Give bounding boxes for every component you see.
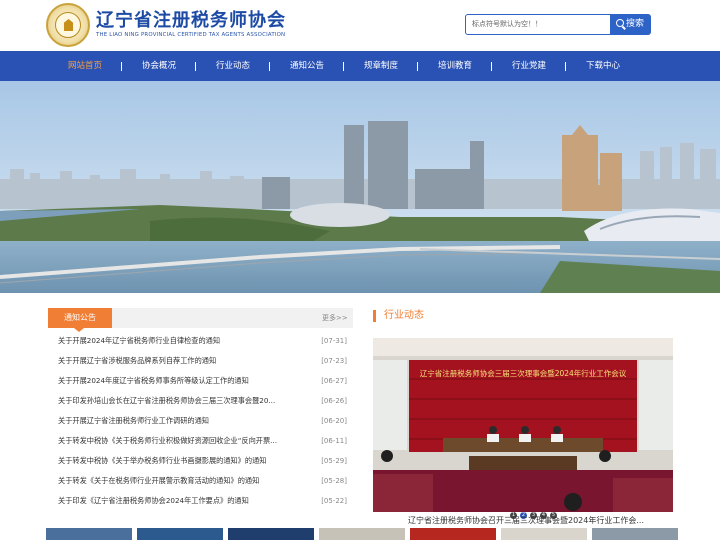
notice-item[interactable]: 关于开展辽宁省注册税务师行业工作调研的通知 [06-20] xyxy=(58,414,350,428)
search-input[interactable]: 标点符号默认为空！！ xyxy=(465,14,611,35)
search-icon xyxy=(616,19,624,27)
notice-title: 关于转发中税协《关于举办税务师行业书画摄影展的通知》的通知 xyxy=(58,456,267,465)
meeting-banner-text: 辽宁省注册税务师协会三届三次理事会暨2024年行业工作会议 xyxy=(420,368,627,378)
notice-date: [07-23] xyxy=(321,357,347,365)
bottom-link-image[interactable] xyxy=(592,528,678,540)
nav-divider xyxy=(417,62,418,71)
nav-divider xyxy=(565,62,566,71)
notice-item[interactable]: 关于转发《关于在税务师行业开展警示教育活动的通知》的通知 [05-28] xyxy=(58,474,350,488)
notice-date: [07-31] xyxy=(321,337,347,345)
bottom-link-image[interactable] xyxy=(46,528,132,540)
tab-notices[interactable]: 通知公告 xyxy=(48,308,112,332)
notice-item[interactable]: 关于开展辽宁省涉税服务品牌系列自荐工作的通知 [07-23] xyxy=(58,354,350,368)
nav-divider xyxy=(491,62,492,71)
notice-item[interactable]: 关于开展2024年度辽宁省税务师事务所等级认定工作的通知 [06-27] xyxy=(58,374,350,388)
notice-item[interactable]: 关于印发孙培山会长在辽宁省注册税务师协会三届三次理事会暨20... [06-26] xyxy=(58,394,350,408)
notice-title: 关于开展2024年度辽宁省税务师事务所等级认定工作的通知 xyxy=(58,376,249,385)
nav-divider xyxy=(195,62,196,71)
nav-divider xyxy=(121,62,122,71)
search-button-label: 搜索 xyxy=(626,19,645,29)
nav-home[interactable]: 网站首页 xyxy=(68,51,102,81)
nav-downloads[interactable]: 下载中心 xyxy=(586,51,620,81)
notice-title: 关于印发孙培山会长在辽宁省注册税务师协会三届三次理事会暨20... xyxy=(58,396,276,405)
notice-title: 关于转发《关于在税务师行业开展警示教育活动的通知》的通知 xyxy=(58,476,260,485)
bottom-link-image[interactable] xyxy=(501,528,587,540)
city-banner-image xyxy=(0,81,720,293)
industry-news-photo[interactable]: 辽宁省注册税务师协会三届三次理事会暨2024年行业工作会议 xyxy=(373,338,673,512)
notices-more-link[interactable]: 更多>> xyxy=(322,308,348,328)
bottom-link-image[interactable] xyxy=(319,528,405,540)
notice-date: [05-29] xyxy=(321,457,347,465)
notice-date: [06-11] xyxy=(321,437,347,445)
logo-emblem-icon xyxy=(55,12,81,38)
association-logo[interactable] xyxy=(46,3,90,47)
notice-title: 关于印发《辽宁省注册税务师协会2024年工作要点》的通知 xyxy=(58,496,249,505)
notice-item[interactable]: 关于开展2024年辽宁省税务师行业自律检查的通知 [07-31] xyxy=(58,334,350,348)
notice-title: 关于转发中税协《关于税务师行业积极做好资源回收企业“反向开票... xyxy=(58,436,278,445)
notice-date: [05-22] xyxy=(321,497,347,505)
section-marker xyxy=(373,310,376,322)
notice-date: [06-26] xyxy=(321,397,347,405)
bottom-link-image[interactable] xyxy=(228,528,314,540)
notice-date: [06-20] xyxy=(321,417,347,425)
industry-title[interactable]: 行业动态 xyxy=(384,307,424,325)
notice-item[interactable]: 关于转发中税协《关于税务师行业积极做好资源回收企业“反向开票... [06-11] xyxy=(58,434,350,448)
site-header: 辽宁省注册税务师协会 THE LIAO NING PROVINCIAL CERT… xyxy=(0,0,720,51)
notice-item[interactable]: 关于转发中税协《关于举办税务师行业书画摄影展的通知》的通知 [05-29] xyxy=(58,454,350,468)
nav-regulations[interactable]: 规章制度 xyxy=(364,51,398,81)
notice-item[interactable]: 关于印发《辽宁省注册税务师协会2024年工作要点》的通知 [05-22] xyxy=(58,494,350,508)
notice-date: [05-28] xyxy=(321,477,347,485)
notice-title: 关于开展2024年辽宁省税务师行业自律检查的通知 xyxy=(58,336,221,345)
nav-about[interactable]: 协会概况 xyxy=(142,51,176,81)
nav-divider xyxy=(269,62,270,71)
search-button[interactable]: 搜索 xyxy=(610,14,651,35)
nav-industry[interactable]: 行业动态 xyxy=(216,51,250,81)
org-name-en: THE LIAO NING PROVINCIAL CERTIFIED TAX A… xyxy=(96,32,286,38)
org-name-cn: 辽宁省注册税务师协会 xyxy=(96,10,286,30)
bottom-link-image[interactable] xyxy=(137,528,223,540)
nav-divider xyxy=(343,62,344,71)
nav-notices[interactable]: 通知公告 xyxy=(290,51,324,81)
main-nav: 网站首页 协会概况 行业动态 通知公告 规章制度 培训教育 行业党建 下载中心 xyxy=(0,51,720,81)
notice-title: 关于开展辽宁省涉税服务品牌系列自荐工作的通知 xyxy=(58,356,217,365)
industry-news-caption[interactable]: 辽宁省注册税务师协会召开三届三次理事会暨2024年行业工作会... xyxy=(408,515,644,526)
notice-title: 关于开展辽宁省注册税务师行业工作调研的通知 xyxy=(58,416,209,425)
nav-party[interactable]: 行业党建 xyxy=(512,51,546,81)
notice-date: [06-27] xyxy=(321,377,347,385)
nav-training[interactable]: 培训教育 xyxy=(438,51,472,81)
bottom-link-image[interactable] xyxy=(410,528,496,540)
